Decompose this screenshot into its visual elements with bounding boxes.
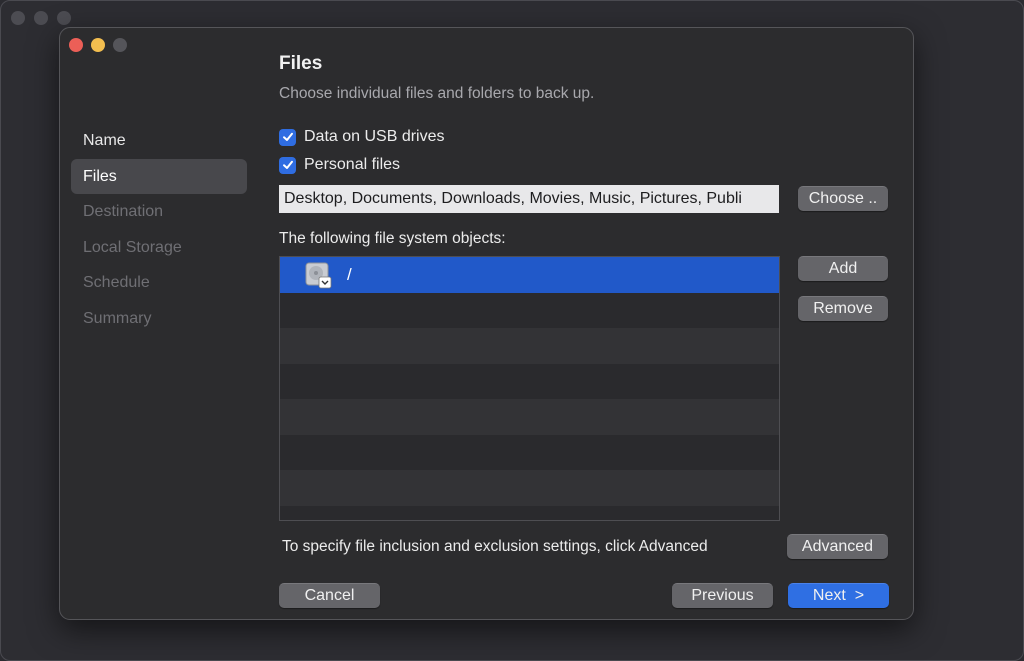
checkmark-icon (282, 132, 293, 141)
add-button[interactable]: Add (798, 256, 888, 281)
list-row-empty (280, 363, 779, 399)
list-row-empty (280, 399, 779, 435)
list-row-empty (280, 292, 779, 328)
minimize-button[interactable] (91, 38, 105, 52)
cancel-button[interactable]: Cancel (279, 583, 380, 608)
window-controls (69, 38, 127, 52)
personal-files-checkbox[interactable] (279, 156, 296, 174)
usb-data-checkbox[interactable] (279, 128, 296, 146)
personal-files-label: Personal files (304, 156, 401, 173)
sidebar-item-files[interactable]: Files (71, 158, 247, 194)
personal-files-paths-field[interactable]: Desktop, Documents, Downloads, Movies, M… (279, 185, 779, 213)
background-zoom-button[interactable] (57, 11, 71, 25)
close-button[interactable] (69, 38, 83, 52)
file-objects-list[interactable]: / (279, 256, 780, 521)
advanced-hint-text: To specify file inclusion and exclusion … (282, 538, 708, 555)
list-item[interactable]: / (280, 257, 779, 293)
list-row-empty (280, 505, 779, 520)
sidebar-item-summary: Summary (83, 309, 152, 327)
sidebar-item-destination: Destination (83, 203, 164, 220)
background-window-controls (11, 11, 71, 25)
personal-files-option[interactable]: Personal files (279, 156, 400, 174)
backup-wizard-dialog: Name Files Destination Local Storage Sch… (59, 27, 914, 620)
checkmark-icon (282, 160, 293, 169)
list-item-label: / (347, 264, 352, 284)
usb-data-option[interactable]: Data on USB drives (279, 128, 445, 146)
next-button[interactable]: Next > (788, 583, 889, 608)
background-close-button[interactable] (11, 11, 25, 25)
previous-button[interactable]: Previous (672, 583, 773, 608)
wizard-steps-sidebar: Name Files Destination Local Storage Sch… (71, 123, 247, 336)
background-minimize-button[interactable] (34, 11, 48, 25)
zoom-button (113, 38, 127, 52)
list-row-empty (280, 328, 779, 364)
choose-button[interactable]: Choose .. (798, 186, 888, 211)
page-subtitle: Choose individual files and folders to b… (279, 85, 595, 102)
sidebar-item-name[interactable]: Name (71, 123, 247, 158)
hard-drive-icon (304, 261, 332, 289)
page-title: Files (279, 53, 323, 74)
file-objects-label: The following file system objects: (279, 230, 506, 247)
usb-data-label: Data on USB drives (304, 128, 445, 145)
sidebar-item-schedule: Schedule (83, 274, 150, 291)
sidebar-item-local-storage: Local Storage (83, 238, 182, 256)
remove-button[interactable]: Remove (798, 296, 888, 321)
advanced-button[interactable]: Advanced (787, 534, 888, 559)
list-row-empty (280, 434, 779, 470)
list-row-empty (280, 470, 779, 506)
